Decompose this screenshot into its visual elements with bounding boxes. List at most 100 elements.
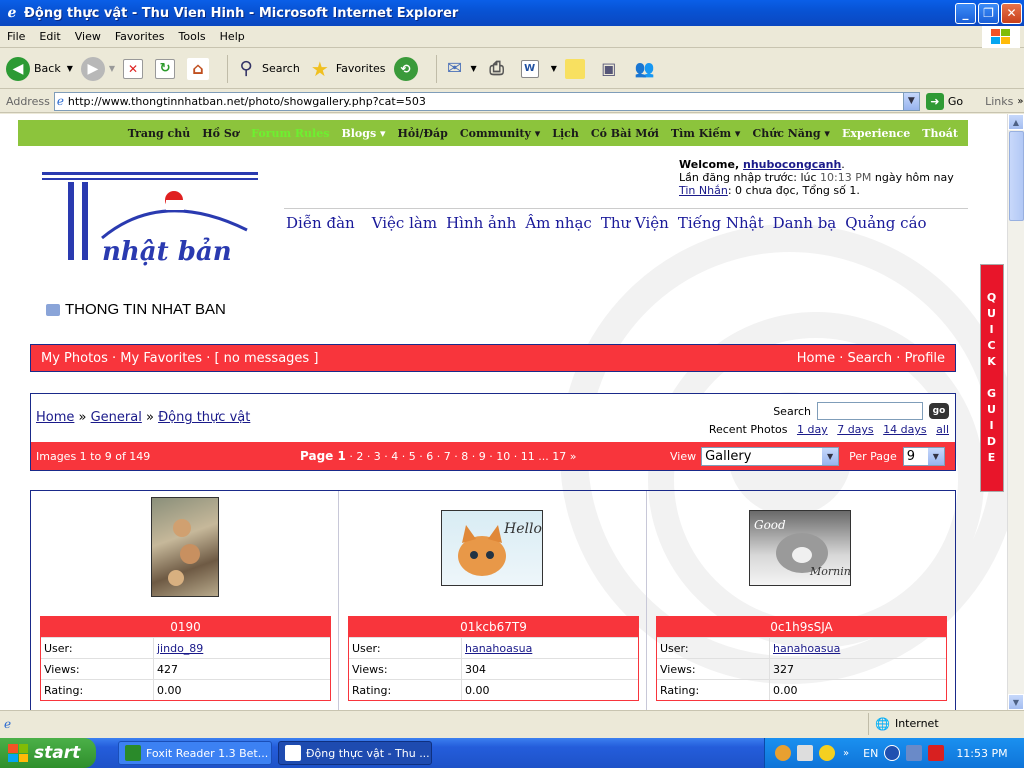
- recent-1-day[interactable]: 1 day: [797, 423, 828, 436]
- page-numbers[interactable]: · 2 · 3 · 4 · 5 · 6 · 7 · 8 · 9 · 10 · 1…: [349, 450, 576, 463]
- chevron-right-icon[interactable]: »: [1017, 96, 1023, 107]
- site-logo[interactable]: nhật bản: [42, 170, 260, 267]
- perpage-select[interactable]: 9 ▼: [902, 446, 945, 466]
- mainnav-quang-cao[interactable]: Quảng cáo: [845, 214, 926, 232]
- nav-lich[interactable]: Lịch: [552, 127, 579, 140]
- photo-thumbnail[interactable]: [151, 497, 219, 597]
- clipboard-icon[interactable]: [797, 745, 813, 761]
- photo-user-link[interactable]: hanahoasua: [773, 642, 840, 655]
- breadcrumb-home[interactable]: Home: [36, 410, 74, 425]
- mainnav-thu-vien[interactable]: Thư Viện: [601, 214, 669, 232]
- recent-14-days[interactable]: 14 days: [883, 423, 926, 436]
- mainnav-dien-dan[interactable]: Diễn đàn: [286, 214, 355, 232]
- nav-tim-kiem[interactable]: Tìm Kiếm ▾: [671, 127, 741, 140]
- go-button[interactable]: ➜ Go: [925, 92, 963, 110]
- gallery-search-input[interactable]: [817, 402, 923, 420]
- svg-text:Hello!: Hello!: [503, 521, 542, 537]
- refresh-button[interactable]: ↻: [155, 58, 179, 79]
- breadcrumb-current[interactable]: Động thực vật: [158, 410, 250, 425]
- photo-title[interactable]: 0190: [41, 617, 330, 637]
- view-select[interactable]: Gallery ▼: [701, 446, 840, 466]
- start-button[interactable]: start: [0, 738, 96, 768]
- search-button[interactable]: ⚲ Search: [234, 57, 299, 81]
- forward-dropdown-icon[interactable]: ▼: [109, 64, 115, 73]
- username-link[interactable]: nhubocongcanh: [743, 158, 841, 171]
- mainnav-viec-lam[interactable]: Việc làm: [372, 214, 437, 232]
- notes-button[interactable]: [564, 58, 589, 79]
- photo-thumbnail[interactable]: Good Morning!: [749, 510, 862, 586]
- nav-hoi-dap[interactable]: Hỏi/Đáp: [398, 127, 448, 140]
- network-icon[interactable]: [906, 745, 923, 761]
- scroll-up-icon[interactable]: ▲: [1008, 114, 1024, 130]
- quick-guide-tab[interactable]: Q U I C K G U I D E: [980, 264, 1004, 492]
- close-button[interactable]: ✕: [1001, 2, 1022, 24]
- edit-button[interactable]: W ▼: [520, 59, 557, 78]
- nav-blogs[interactable]: Blogs ▾: [341, 127, 385, 140]
- forward-button[interactable]: ▶ ▼: [80, 56, 115, 81]
- recent-all[interactable]: all: [936, 423, 949, 436]
- photo-user-link[interactable]: jindo_89: [157, 642, 203, 655]
- scroll-down-icon[interactable]: ▼: [1008, 694, 1024, 710]
- home-icon: ⌂: [187, 57, 210, 80]
- favorites-button[interactable]: ★ Favorites: [308, 57, 386, 81]
- menu-favorites[interactable]: Favorites: [108, 30, 172, 43]
- nav-trang-chu[interactable]: Trang chủ: [128, 127, 191, 140]
- menu-file[interactable]: File: [0, 30, 32, 43]
- messenger-smiley-icon[interactable]: [819, 745, 835, 761]
- maximize-button[interactable]: ❐: [978, 2, 999, 24]
- taskbar-foxit[interactable]: Foxit Reader 1.3 Bet...: [118, 741, 272, 765]
- recent-7-days[interactable]: 7 days: [837, 423, 873, 436]
- menu-help[interactable]: Help: [213, 30, 252, 43]
- vertical-scrollbar[interactable]: ▲ ▼: [1007, 114, 1024, 710]
- pm-link[interactable]: Tin Nhắn: [679, 184, 728, 197]
- back-dropdown-icon[interactable]: ▼: [67, 64, 73, 73]
- mainnav-am-nhac[interactable]: Âm nhạc: [525, 214, 592, 232]
- chrome-icon[interactable]: [775, 745, 791, 761]
- menu-view[interactable]: View: [68, 30, 108, 43]
- mail-dropdown-icon[interactable]: ▼: [471, 64, 477, 73]
- edit-dropdown-icon[interactable]: ▼: [551, 64, 557, 73]
- menu-edit[interactable]: Edit: [32, 30, 67, 43]
- print-button[interactable]: ⎙: [485, 57, 513, 81]
- taskbar-ie[interactable]: Động thực vật - Thu ...: [278, 741, 432, 765]
- minimize-button[interactable]: _: [955, 2, 976, 24]
- mainnav-hinh-anh[interactable]: Hình ảnh: [446, 214, 516, 232]
- mainnav-tieng-nhat[interactable]: Tiếng Nhật: [678, 214, 764, 232]
- address-input[interactable]: ℯ http://www.thongtinnhatban.net/photo/s…: [53, 91, 920, 111]
- nav-community[interactable]: Community ▾: [460, 127, 540, 140]
- stop-button[interactable]: ✕: [123, 58, 147, 79]
- quick-guide-letter: D: [986, 435, 998, 448]
- menu-tools[interactable]: Tools: [172, 30, 213, 43]
- site-links[interactable]: Home · Search · Profile: [797, 351, 945, 366]
- user-links[interactable]: My Photos · My Favorites · [ no messages…: [41, 351, 318, 366]
- nav-ho-so[interactable]: Hồ Sơ: [202, 127, 239, 140]
- back-button[interactable]: ◀ Back ▼: [6, 56, 73, 81]
- research-button[interactable]: ▣: [597, 57, 625, 81]
- toolbar-separator: [227, 54, 229, 83]
- photo-title[interactable]: 01kcb67T9: [349, 617, 638, 637]
- chevron-down-icon: ▼: [927, 447, 944, 465]
- address-dropdown-icon[interactable]: ▼: [902, 92, 919, 110]
- history-button[interactable]: ⟲: [393, 56, 422, 81]
- search-go-button[interactable]: go: [929, 403, 949, 419]
- breadcrumb-general[interactable]: General: [91, 410, 142, 425]
- mail-button[interactable]: ✉ ▼: [443, 57, 477, 81]
- mainnav-danh-ba[interactable]: Danh bạ: [773, 214, 837, 232]
- nav-forum-rules[interactable]: Forum Rules: [251, 127, 329, 140]
- photo-thumbnail[interactable]: Hello!: [441, 510, 548, 586]
- antivirus-icon[interactable]: [928, 745, 945, 761]
- home-button[interactable]: ⌂: [187, 57, 213, 80]
- language-indicator[interactable]: EN: [863, 747, 878, 760]
- photo-user-link[interactable]: hanahoasua: [465, 642, 532, 655]
- windows-flag-icon: [8, 744, 28, 762]
- nav-experience[interactable]: Experience: [842, 127, 910, 140]
- tray-expand-icon[interactable]: »: [843, 748, 849, 759]
- links-label[interactable]: Links: [985, 95, 1013, 108]
- nav-co-bai-moi[interactable]: Có Bài Mới: [591, 127, 659, 140]
- nav-thoat[interactable]: Thoát: [922, 127, 958, 140]
- back-arrow-tray-icon[interactable]: [884, 745, 901, 761]
- nav-chuc-nang[interactable]: Chức Năng ▾: [752, 127, 830, 140]
- scroll-thumb[interactable]: [1009, 131, 1024, 221]
- messenger-button[interactable]: 👥: [633, 57, 661, 81]
- photo-title[interactable]: 0c1h9sSJA: [657, 617, 946, 637]
